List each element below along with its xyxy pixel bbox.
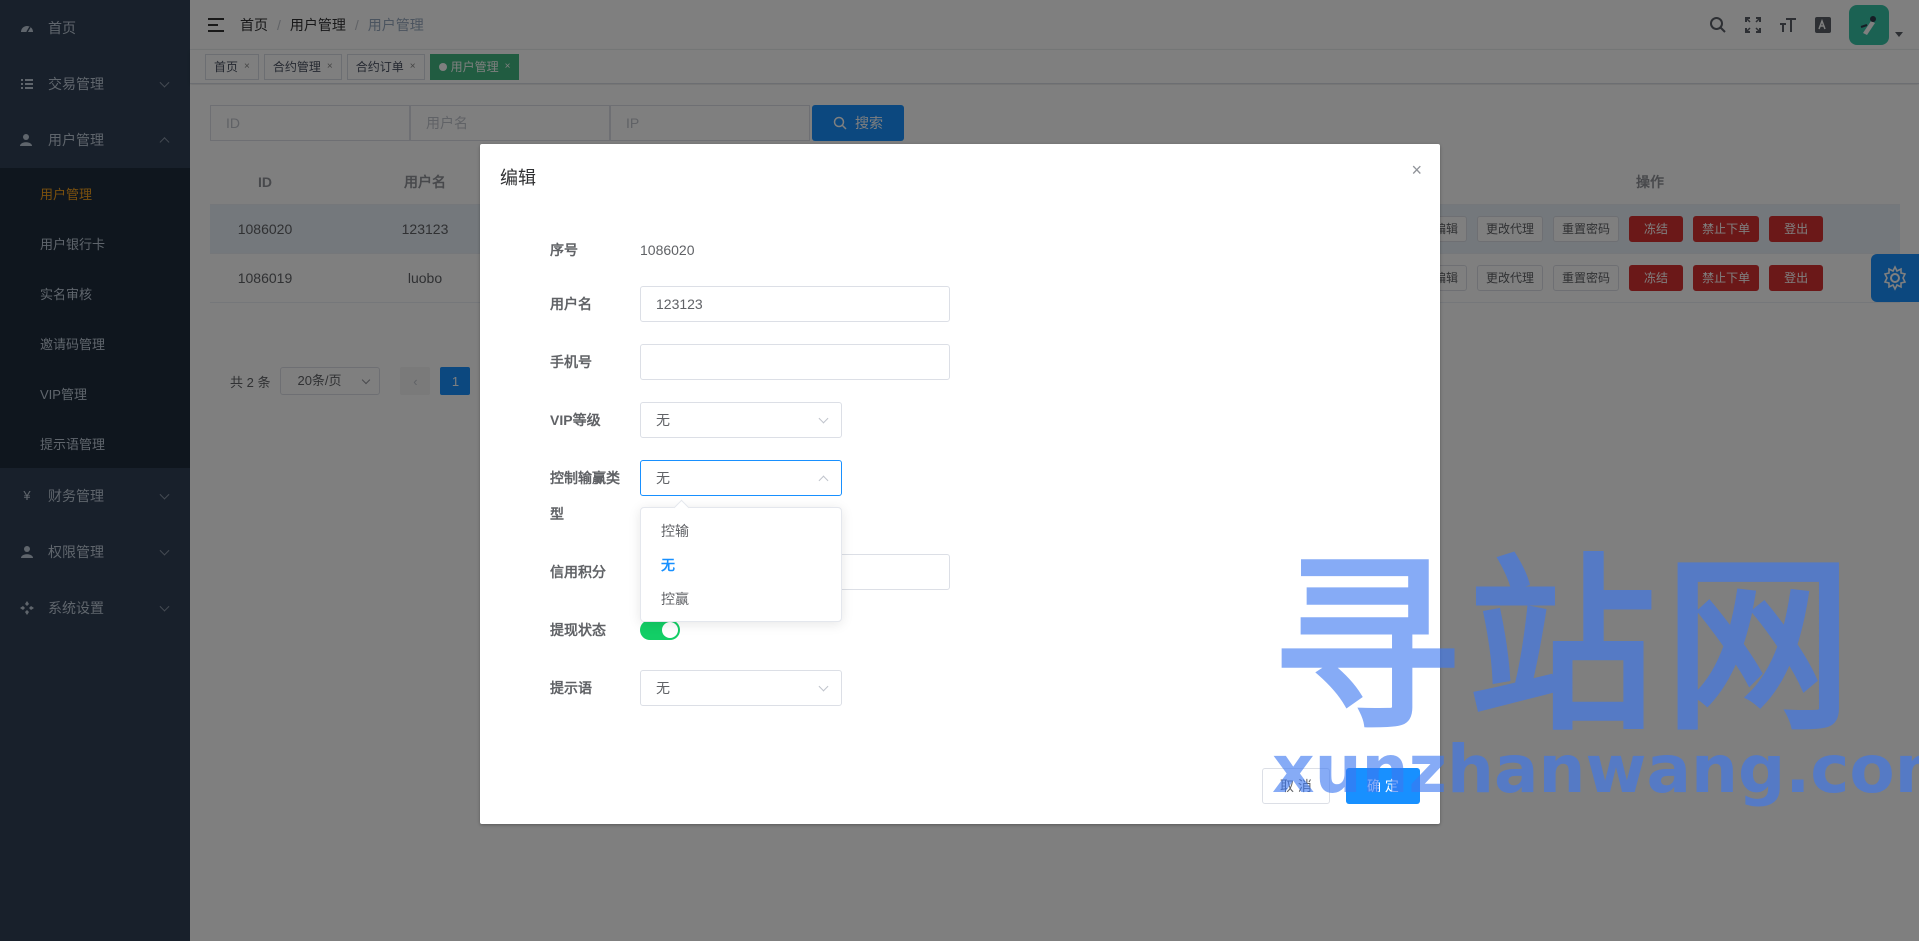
control-select-value: 无 — [656, 470, 670, 486]
dropdown-option-none[interactable]: 无 — [641, 548, 841, 582]
tip-select-value: 无 — [656, 680, 670, 696]
form-row-tip: 提示语 无 — [550, 670, 842, 706]
chevron-up-icon — [818, 475, 829, 486]
withdraw-toggle[interactable] — [640, 620, 680, 640]
chevron-down-icon — [818, 681, 829, 692]
seq-label: 序号 — [550, 242, 578, 258]
watermark-cn: 寻站网 — [1272, 538, 1860, 757]
credit-label: 信用积分 — [550, 564, 606, 580]
control-label-line1: 控制输赢类 — [550, 470, 620, 486]
toggle-knob — [662, 622, 678, 638]
close-icon[interactable]: × — [1411, 161, 1422, 179]
username-field[interactable]: 123123 — [640, 286, 950, 322]
dialog-title: 编辑 — [500, 168, 536, 188]
form-row-seq: 序号 1086020 — [550, 232, 695, 268]
username-label: 用户名 — [550, 296, 592, 312]
form-row-username: 用户名 123123 — [550, 286, 950, 322]
form-row-vip: VIP等级 无 — [550, 402, 842, 438]
vip-select-value: 无 — [656, 412, 670, 428]
control-type-dropdown: 控输 无 控赢 — [640, 507, 842, 622]
phone-field[interactable] — [640, 344, 950, 380]
dropdown-option-lose[interactable]: 控输 — [641, 514, 841, 548]
chevron-down-icon — [818, 413, 829, 424]
tip-label: 提示语 — [550, 680, 592, 696]
control-type-select[interactable]: 无 — [640, 460, 842, 496]
vip-select[interactable]: 无 — [640, 402, 842, 438]
tip-select[interactable]: 无 — [640, 670, 842, 706]
form-row-phone: 手机号 — [550, 344, 950, 380]
control-label: 控制输赢类 型 — [550, 460, 640, 532]
withdraw-label: 提现状态 — [550, 622, 606, 638]
seq-value: 1086020 — [640, 242, 695, 258]
watermark-en: xunzhanwang.com — [1272, 731, 1919, 808]
vip-label: VIP等级 — [550, 412, 601, 428]
control-label-line2: 型 — [550, 506, 564, 522]
phone-label: 手机号 — [550, 354, 592, 370]
dropdown-option-win[interactable]: 控赢 — [641, 582, 841, 616]
